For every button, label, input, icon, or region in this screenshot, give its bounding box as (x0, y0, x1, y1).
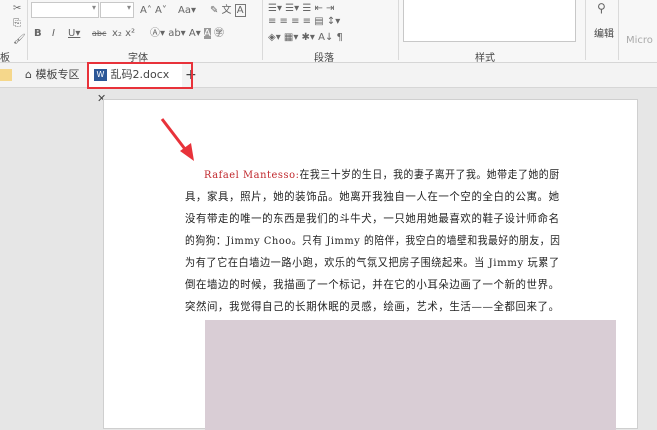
format-painter-icon[interactable]: 🖌 (13, 34, 26, 46)
paragraph-line: 倒在墙边的时候，我描画了一个标记，并在它的小耳朵边画了一个新的世界。 (185, 279, 560, 291)
paragraph-line: 具，家具，照片，她的装饰品。她离开我独自一人在一个空的全白的公寓。她 (185, 191, 560, 203)
font-name-combo[interactable]: ▾ (31, 2, 99, 18)
paragraph-line: 突然间，我觉得自己的长期休眠的灵感，绘画，艺术，生活——全都回来了。 (185, 301, 560, 313)
paragraph-line: 为有了它在白墙边一路小跑，欢乐的气氛又把房子围绕起来。当 Jimmy 玩累了 (185, 257, 560, 269)
red-arrow-icon (160, 118, 194, 161)
bullets-icon[interactable]: ☰▾ ☰▾ ☰ ⇤ ⇥ (268, 3, 334, 15)
cut-icon[interactable]: ✂ (13, 3, 21, 15)
shading-icon[interactable]: ◈▾ ▦▾ ✱▾ A↓ ¶ (268, 32, 343, 44)
ribbon-partial-label: Micro (626, 35, 653, 46)
home-icon: ⌂ (25, 68, 32, 81)
ribbon: ✂ ⎘ 🖌 板 ▾ ▾ A˄ A˅ Aa▾ ✎ 文 A B I U▾ abc x… (0, 0, 657, 64)
grow-font-icon[interactable]: A˄ A˅ (140, 5, 167, 17)
copy-icon[interactable]: ⎘ (13, 18, 21, 30)
font-size-combo[interactable]: ▾ (100, 2, 134, 18)
paragraph-line: 没有带走的唯一的东西是我们的斗牛犬，一只她用她最喜欢的鞋子设计师命名 (185, 213, 560, 225)
align-icon[interactable]: ≡ ≡ ≡ ≡ ▤ ↕▾ (268, 16, 340, 28)
highlight-box (87, 62, 193, 89)
tab-template-zone[interactable]: ⌂ 模板专区 (25, 63, 79, 88)
clipboard-group-label: 板 (0, 53, 10, 64)
paragraph-group-label: 段落 (314, 53, 334, 64)
bold-icon[interactable]: B (34, 28, 42, 40)
change-case-icon[interactable]: Aa▾ (178, 5, 196, 17)
edit-button[interactable]: 编辑 (594, 25, 614, 40)
text-effects-icon[interactable]: Ⓐ▾ ab▾ A▾ A ㊫ (150, 28, 224, 40)
strikethrough-icon[interactable]: abc (92, 28, 106, 40)
styles-group-label: 样式 (475, 53, 495, 64)
paragraph-line: 的狗狗：Jimmy Choo。只有 Jimmy 的陪伴，我空白的墙壁和我最好的朋… (185, 235, 561, 247)
subscript-icon[interactable]: x₂ x² (112, 28, 135, 40)
italic-icon[interactable]: I (52, 28, 55, 40)
paragraph-line: Rafael Mantesso:在我三十岁的生日，我的妻子离开了我。她带走了她的… (204, 169, 560, 181)
clear-format-icon[interactable]: ✎ 文 A (210, 4, 246, 17)
embedded-image[interactable] (205, 320, 616, 430)
find-icon[interactable]: ⚲ (597, 2, 606, 14)
styles-gallery[interactable] (403, 0, 576, 42)
folder-icon[interactable] (0, 69, 12, 81)
underline-icon[interactable]: U▾ (68, 28, 80, 40)
speaker-name: Rafael Mantesso: (204, 169, 300, 181)
